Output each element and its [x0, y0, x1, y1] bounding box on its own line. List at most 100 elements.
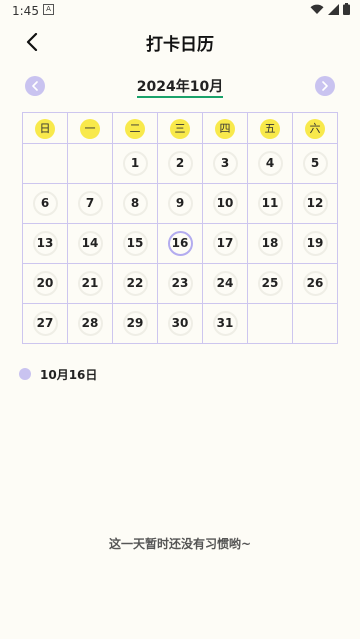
day-button[interactable]: 14	[77, 231, 103, 256]
day-cell: 6	[22, 183, 68, 224]
week-row: 6 7 8 9 10 11 12	[22, 183, 338, 224]
day-button[interactable]: 6	[32, 191, 58, 216]
day-cell: 19	[292, 223, 338, 264]
weekday-header-row: 日 一 二 三 四 五 六	[22, 112, 338, 144]
page-title: 打卡日历	[146, 35, 214, 55]
day-button[interactable]: 28	[77, 311, 103, 336]
day-cell: 16	[157, 223, 203, 264]
month-nav: 2024年10月	[0, 74, 360, 98]
day-cell: 22	[112, 263, 158, 304]
status-icons	[310, 3, 350, 15]
day-cell: 14	[67, 223, 113, 264]
day-button[interactable]: 30	[167, 311, 193, 336]
day-cell: 23	[157, 263, 203, 304]
day-button[interactable]: 2	[167, 151, 193, 176]
empty-habits-message: 这一天暂时还没有习惯哟~	[108, 537, 252, 551]
chevron-right-icon	[322, 81, 328, 91]
weekday-label: 二	[125, 119, 145, 139]
day-cell: 17	[202, 223, 248, 264]
day-cell: 26	[292, 263, 338, 304]
selected-dot-icon	[19, 368, 31, 380]
day-cell: 21	[67, 263, 113, 304]
day-button[interactable]: 4	[257, 151, 283, 176]
day-cell: 1	[112, 143, 158, 184]
day-button[interactable]: 20	[32, 271, 58, 296]
day-button[interactable]: 10	[212, 191, 238, 216]
day-cell: 28	[67, 303, 113, 344]
weekday-label: 一	[80, 119, 100, 139]
day-cell: 18	[247, 223, 293, 264]
signal-icon	[328, 3, 339, 15]
selected-day-button[interactable]: 16	[167, 231, 193, 256]
day-button[interactable]: 1	[122, 151, 148, 176]
day-button[interactable]: 29	[122, 311, 148, 336]
month-label: 2024年10月	[0, 76, 360, 98]
day-button[interactable]: 18	[257, 231, 283, 256]
empty-day-cell	[292, 303, 338, 344]
month-label-text: 2024年10月	[136, 79, 224, 98]
day-button[interactable]: 15	[122, 231, 148, 256]
weekday-cell: 四	[202, 112, 248, 144]
weekday-cell: 日	[22, 112, 68, 144]
next-month-button[interactable]	[315, 76, 335, 96]
weekday-label: 五	[260, 119, 280, 139]
day-cell: 15	[112, 223, 158, 264]
day-cell: 9	[157, 183, 203, 224]
wifi-icon	[310, 4, 324, 14]
day-button[interactable]: 9	[167, 191, 193, 216]
day-cell: 5	[292, 143, 338, 184]
day-cell: 25	[247, 263, 293, 304]
day-button[interactable]: 5	[302, 151, 328, 176]
day-button[interactable]: 19	[302, 231, 328, 256]
day-button[interactable]: 23	[167, 271, 193, 296]
day-button[interactable]: 25	[257, 271, 283, 296]
day-cell: 24	[202, 263, 248, 304]
day-cell: 3	[202, 143, 248, 184]
day-cell: 30	[157, 303, 203, 344]
day-button[interactable]: 11	[257, 191, 283, 216]
weekday-cell: 六	[292, 112, 338, 144]
status-bar: 1:45 A	[0, 0, 360, 22]
day-button[interactable]: 8	[122, 191, 148, 216]
weekday-label: 四	[215, 119, 235, 139]
weekday-cell: 三	[157, 112, 203, 144]
week-row: 20 21 22 23 24 25 26	[22, 263, 338, 304]
day-button[interactable]: 13	[32, 231, 58, 256]
day-cell: 27	[22, 303, 68, 344]
day-button[interactable]: 31	[212, 311, 238, 336]
day-cell: 8	[112, 183, 158, 224]
day-button[interactable]: 24	[212, 271, 238, 296]
day-cell: 4	[247, 143, 293, 184]
day-cell: 20	[22, 263, 68, 304]
weekday-cell: 五	[247, 112, 293, 144]
day-cell: 12	[292, 183, 338, 224]
day-cell: 13	[22, 223, 68, 264]
empty-day-cell	[67, 143, 113, 184]
day-cell: 31	[202, 303, 248, 344]
day-cell: 29	[112, 303, 158, 344]
day-cell: 7	[67, 183, 113, 224]
day-button[interactable]: 27	[32, 311, 58, 336]
selected-date-label: 10月16日	[40, 367, 98, 382]
day-button[interactable]: 7	[77, 191, 103, 216]
status-time: 1:45	[12, 4, 39, 18]
selected-date-row: 10月16日	[19, 366, 97, 382]
battery-icon	[343, 3, 350, 15]
day-cell: 10	[202, 183, 248, 224]
app-bar: 打卡日历	[0, 22, 360, 62]
day-button[interactable]: 21	[77, 271, 103, 296]
day-cell: 2	[157, 143, 203, 184]
day-cell: 11	[247, 183, 293, 224]
weekday-label: 日	[35, 119, 55, 139]
weekday-cell: 一	[67, 112, 113, 144]
day-button[interactable]: 12	[302, 191, 328, 216]
calendar-grid: 日 一 二 三 四 五 六 1 2 3 4 5 6 7 8 9 10 11 12…	[22, 112, 338, 344]
day-button[interactable]: 26	[302, 271, 328, 296]
day-button[interactable]: 22	[122, 271, 148, 296]
weekday-label: 六	[305, 119, 325, 139]
day-button[interactable]: 3	[212, 151, 238, 176]
weekday-cell: 二	[112, 112, 158, 144]
day-button[interactable]: 17	[212, 231, 238, 256]
notification-icon: A	[43, 4, 54, 15]
week-row: 1 2 3 4 5	[22, 143, 338, 184]
